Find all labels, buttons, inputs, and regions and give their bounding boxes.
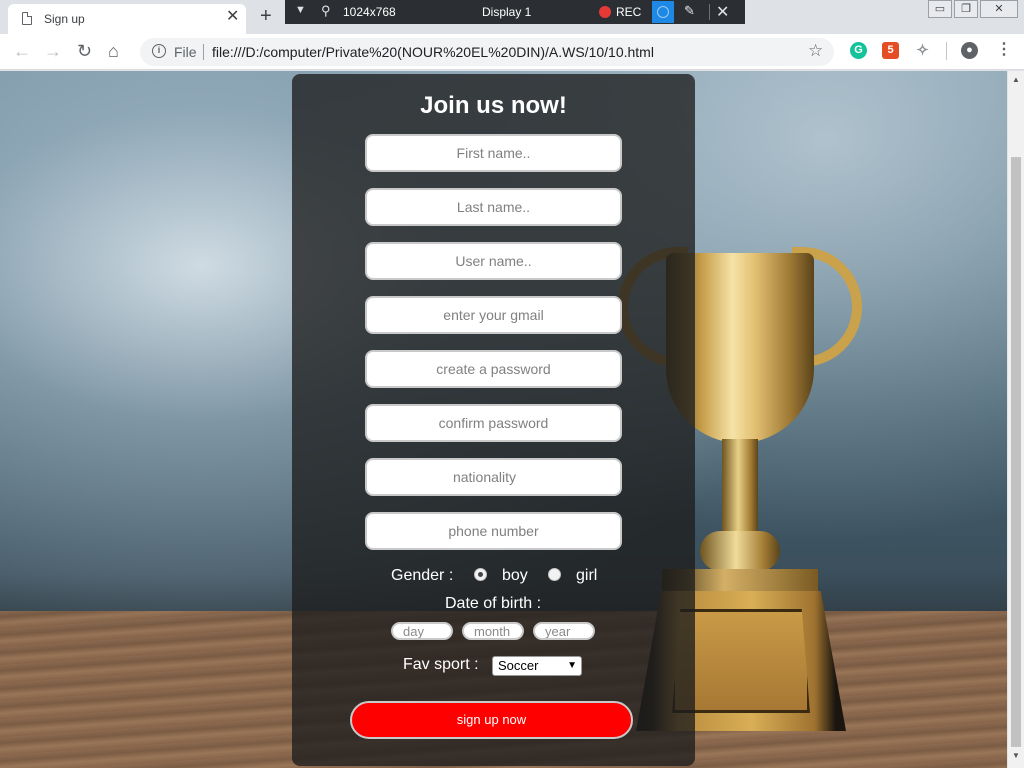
grammarly-extension-icon[interactable]: G xyxy=(850,42,867,59)
reload-icon[interactable]: ↻ xyxy=(77,41,92,61)
form-heading: Join us now! xyxy=(420,92,567,119)
last-name-input[interactable] xyxy=(365,188,622,226)
select-arrow-icon: ▼ xyxy=(567,660,577,671)
gender-girl-label: girl xyxy=(576,567,598,584)
minimize-button[interactable]: ▭ xyxy=(928,0,952,18)
home-icon[interactable]: ⌂ xyxy=(108,41,119,61)
browser-toolbar: ← → ↻ ⌂ i File file:///D:/computer/Priva… xyxy=(0,34,1024,70)
scroll-down-icon[interactable]: ▼ xyxy=(1012,751,1020,760)
page-viewport: Join us now! Gender : boy girl Date of b… xyxy=(0,71,1007,768)
scroll-up-icon[interactable]: ▲ xyxy=(1012,75,1020,84)
record-dot-icon[interactable] xyxy=(599,6,611,18)
dob-day-input[interactable] xyxy=(391,622,453,640)
tab-strip: Sign up ✕ + ▼ ⚲ 1024x768 Display 1 REC ✎… xyxy=(0,0,1024,34)
window-close-button[interactable]: ✕ xyxy=(980,0,1018,18)
recorder-close-icon[interactable]: ✕ xyxy=(716,2,729,22)
phone-input[interactable] xyxy=(365,512,622,550)
first-name-input[interactable] xyxy=(365,134,622,172)
dob-year-input[interactable] xyxy=(533,622,595,640)
address-bar[interactable]: i File file:///D:/computer/Private%20(NO… xyxy=(140,38,834,66)
gender-boy-radio[interactable] xyxy=(474,568,487,581)
gender-label: Gender : xyxy=(391,567,454,584)
page-scrollbar[interactable]: ▲ ▼ xyxy=(1007,71,1024,768)
record-button[interactable]: REC xyxy=(616,5,641,19)
sign-up-button[interactable]: sign up now xyxy=(350,701,633,739)
html5-extension-icon[interactable]: 5 xyxy=(882,42,899,59)
dropdown-icon[interactable]: ▼ xyxy=(295,4,306,16)
forward-icon[interactable]: → xyxy=(44,41,62,61)
scheme-label: File xyxy=(174,44,197,60)
tab-title: Sign up xyxy=(44,12,85,26)
gender-girl-radio[interactable] xyxy=(548,568,561,581)
omnibox-divider xyxy=(203,44,204,60)
nationality-input[interactable] xyxy=(365,458,622,496)
dob-label: Date of birth : xyxy=(445,595,542,612)
fav-sport-value: Soccer xyxy=(498,658,539,673)
extension-icon[interactable]: ✧ xyxy=(914,42,931,59)
page-icon xyxy=(22,12,32,25)
fav-sport-label: Fav sport : xyxy=(403,656,479,673)
dob-month-input[interactable] xyxy=(462,622,524,640)
browser-tab[interactable]: Sign up ✕ xyxy=(8,4,246,34)
back-icon[interactable]: ← xyxy=(13,41,31,61)
pin-icon[interactable]: ⚲ xyxy=(321,3,331,19)
gender-boy-label: boy xyxy=(502,567,528,584)
pen-icon[interactable]: ✎ xyxy=(684,3,695,19)
profile-avatar-icon[interactable]: ● xyxy=(961,42,978,59)
menu-icon[interactable]: ⋮ xyxy=(996,41,1012,59)
trophy-knot xyxy=(700,531,780,571)
confirm-password-input[interactable] xyxy=(365,404,622,442)
url-text[interactable]: file:///D:/computer/Private%20(NOUR%20EL… xyxy=(212,44,654,60)
bookmark-star-icon[interactable]: ☆ xyxy=(808,41,823,61)
fav-sport-select[interactable]: Soccer ▼ xyxy=(492,656,582,676)
password-input[interactable] xyxy=(365,350,622,388)
recorder-resolution: 1024x768 xyxy=(343,5,396,19)
camera-icon[interactable] xyxy=(652,1,674,23)
username-input[interactable] xyxy=(365,242,622,280)
toolbar-divider xyxy=(946,42,947,60)
tab-close-icon[interactable]: ✕ xyxy=(226,9,239,25)
gmail-input[interactable] xyxy=(365,296,622,334)
recorder-divider xyxy=(709,4,710,20)
scrollbar-thumb[interactable] xyxy=(1011,157,1021,747)
maximize-button[interactable]: ❐ xyxy=(954,0,978,18)
new-tab-icon[interactable]: + xyxy=(260,5,272,27)
recorder-display: Display 1 xyxy=(482,5,532,19)
info-icon[interactable]: i xyxy=(152,44,166,58)
recorder-bar: ▼ ⚲ 1024x768 Display 1 REC ✎ ✕ xyxy=(285,0,745,24)
signup-form: Join us now! Gender : boy girl Date of b… xyxy=(292,74,695,766)
